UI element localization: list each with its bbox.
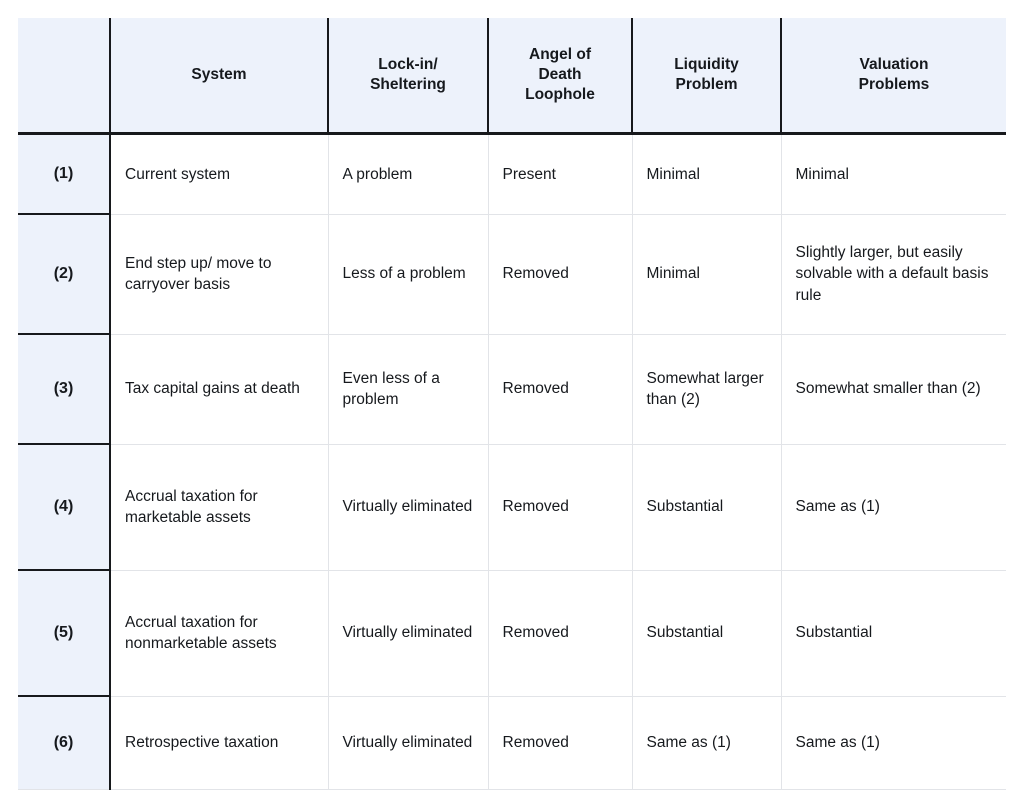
column-header-lockin-line2: Sheltering <box>370 76 446 93</box>
table-body: (1) Current system A problem Present Min… <box>18 133 1006 790</box>
column-header-angel-line3: Loophole <box>525 85 595 103</box>
cell-system: Current system <box>110 133 329 215</box>
cell-angel: Removed <box>488 214 633 335</box>
cell-angel: Present <box>488 133 633 215</box>
cell-system: End step up/ move to carryover basis <box>110 214 329 335</box>
row-number-cell: (3) <box>18 334 111 445</box>
column-header-lockin: Lock-in/ Sheltering <box>328 18 489 135</box>
table-header: System Lock-in/ Sheltering Angel of Deat… <box>18 18 1006 135</box>
tax-system-comparison-table: System Lock-in/ Sheltering Angel of Deat… <box>18 18 1006 790</box>
cell-liquidity: Minimal <box>632 214 782 335</box>
cell-lockin: Even less of a problem <box>328 334 489 445</box>
cell-liquidity: Substantial <box>632 570 782 697</box>
column-header-lockin-line1: Lock-in/ <box>378 56 438 74</box>
cell-angel: Removed <box>488 570 633 697</box>
column-header-valuation-line1: Valuation <box>859 56 929 74</box>
cell-liquidity: Same as (1) <box>632 696 782 790</box>
column-header-angel-line1: Angel of <box>529 46 591 64</box>
column-header-angel-of-death-loophole: Angel of Death Loophole <box>488 18 633 135</box>
cell-lockin: Virtually eliminated <box>328 570 489 697</box>
cell-liquidity: Minimal <box>632 133 782 215</box>
column-header-system-label: System <box>191 66 247 84</box>
cell-valuation: Minimal <box>781 133 1006 215</box>
cell-angel: Removed <box>488 696 633 790</box>
cell-valuation: Same as (1) <box>781 696 1006 790</box>
row-number-cell: (4) <box>18 444 111 571</box>
header-row: System Lock-in/ Sheltering Angel of Deat… <box>18 18 1006 135</box>
table-row: (1) Current system A problem Present Min… <box>18 133 1006 215</box>
cell-valuation: Substantial <box>781 570 1006 697</box>
row-number-cell: (1) <box>18 133 111 215</box>
column-header-liquidity-line2: Problem <box>675 76 738 93</box>
table-row: (2) End step up/ move to carryover basis… <box>18 214 1006 335</box>
cell-liquidity: Substantial <box>632 444 782 571</box>
cell-system: Accrual taxation for marketable assets <box>110 444 329 571</box>
column-header-liquidity-line1: Liquidity <box>674 56 739 74</box>
comparison-table-container: System Lock-in/ Sheltering Angel of Deat… <box>18 18 1006 790</box>
table-row: (4) Accrual taxation for marketable asse… <box>18 444 1006 571</box>
column-header-angel-line2: Death <box>538 66 582 84</box>
cell-lockin: A problem <box>328 133 489 215</box>
column-header-valuation-line2: Problems <box>858 76 930 93</box>
cell-lockin: Virtually eliminated <box>328 444 489 571</box>
cell-angel: Removed <box>488 444 633 571</box>
table-row: (5) Accrual taxation for nonmarketable a… <box>18 570 1006 697</box>
table-row: (3) Tax capital gains at death Even less… <box>18 334 1006 445</box>
row-number-cell: (5) <box>18 570 111 697</box>
row-number-cell: (2) <box>18 214 111 335</box>
cell-angel: Removed <box>488 334 633 445</box>
table-row: (6) Retrospective taxation Virtually eli… <box>18 696 1006 790</box>
column-header-system: System <box>110 18 329 135</box>
cell-lockin: Less of a problem <box>328 214 489 335</box>
cell-valuation: Same as (1) <box>781 444 1006 571</box>
cell-liquidity: Somewhat larger than (2) <box>632 334 782 445</box>
cell-valuation: Somewhat smaller than (2) <box>781 334 1006 445</box>
cell-system: Retrospective taxation <box>110 696 329 790</box>
cell-lockin: Virtually eliminated <box>328 696 489 790</box>
column-header-rownumber <box>18 18 111 135</box>
cell-system: Tax capital gains at death <box>110 334 329 445</box>
cell-system: Accrual taxation for nonmarketable asset… <box>110 570 329 697</box>
cell-valuation: Slightly larger, but easily solvable wit… <box>781 214 1006 335</box>
column-header-liquidity-problem: Liquidity Problem <box>632 18 782 135</box>
row-number-cell: (6) <box>18 696 111 790</box>
column-header-valuation-problems: Valuation Problems <box>781 18 1006 135</box>
